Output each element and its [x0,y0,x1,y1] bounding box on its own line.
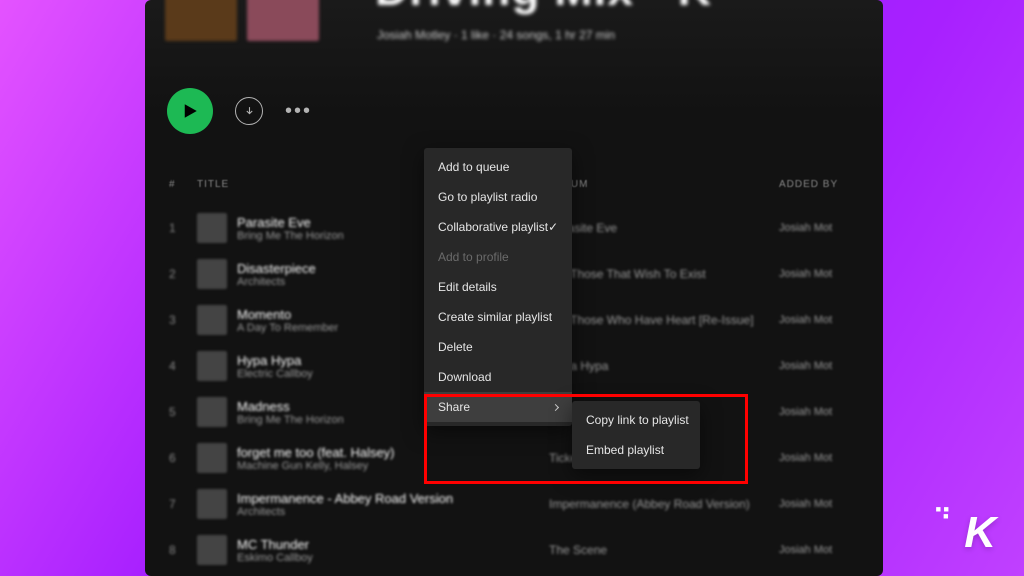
track-album: Hypa Hypa [549,359,779,373]
menu-item-label: Add to queue [438,160,509,174]
app-window: Driving Mix - K Josiah Motley · 1 like ·… [145,0,883,576]
download-button[interactable] [235,97,263,125]
menu-item-go-to-playlist-radio[interactable]: Go to playlist radio [424,182,572,212]
menu-item-download[interactable]: Download [424,362,572,392]
track-added-by: Josiah Mot [779,222,859,234]
site-logo: K [964,508,996,558]
track-added-by: Josiah Mot [779,268,859,280]
menu-item-label: Add to profile [438,250,509,264]
track-number: 8 [169,543,197,557]
track-number: 6 [169,451,197,465]
submenu-item-label: Embed playlist [586,443,664,457]
col-added-by: ADDED BY [779,179,859,190]
submenu-item-copy-link-to-playlist[interactable]: Copy link to playlist [572,405,700,435]
menu-item-label: Share [438,400,470,414]
check-icon: ✓ [548,220,558,234]
track-artist: Architects [237,506,453,518]
track-name: forget me too (feat. Halsey) [237,445,395,460]
col-album: ALBUM [549,179,779,190]
more-button[interactable]: ••• [285,100,312,123]
menu-item-add-to-profile: Add to profile [424,242,572,272]
track-artist: Eskimo Callboy [237,552,313,564]
track-name: Madness [237,399,344,414]
track-thumb [197,443,227,473]
track-number: 2 [169,267,197,281]
menu-item-label: Collaborative playlist [438,220,548,234]
context-menu: Add to queue Go to playlist radio Collabor… [424,148,572,426]
logo-accent: ■ ■ ■ [936,506,949,520]
track-name: Parasite Eve [237,215,344,230]
track-album: For Those Who Have Heart [Re-Issue] [549,313,779,327]
track-thumb [197,397,227,427]
track-added-by: Josiah Mot [779,452,859,464]
menu-item-label: Download [438,370,491,384]
menu-item-label: Go to playlist radio [438,190,537,204]
track-thumb [197,213,227,243]
track-album: Parasite Eve [549,221,779,235]
track-number: 1 [169,221,197,235]
track-added-by: Josiah Mot [779,360,859,372]
track-artist: Electric Callboy [237,368,313,380]
track-artist: Bring Me The Horizon [237,414,344,426]
track-row[interactable]: 6 forget me too (feat. Halsey)Machine Gun… [145,435,883,481]
track-thumb [197,351,227,381]
play-icon [181,102,199,120]
track-row[interactable]: 8 MC ThunderEskimo Callboy The SceneJosiah… [145,527,883,573]
menu-item-collaborative-playlist[interactable]: Collaborative playlist✓ [424,212,572,242]
play-button[interactable] [167,88,213,134]
menu-item-label: Delete [438,340,473,354]
track-thumb [197,259,227,289]
cover-art [247,0,319,41]
track-thumb [197,305,227,335]
cover-art [165,0,237,41]
track-number: 3 [169,313,197,327]
track-added-by: Josiah Mot [779,314,859,326]
track-added-by: Josiah Mot [779,498,859,510]
col-num: # [169,179,197,190]
menu-item-create-similar-playlist[interactable]: Create similar playlist [424,302,572,332]
track-name: Momento [237,307,338,322]
playlist-title: Driving Mix - K [375,0,712,16]
submenu-item-embed-playlist[interactable]: Embed playlist [572,435,700,465]
menu-item-edit-details[interactable]: Edit details [424,272,572,302]
track-artist: Machine Gun Kelly, Halsey [237,460,395,472]
track-added-by: Josiah Mot [779,544,859,556]
track-name: Disasterpiece [237,261,316,276]
track-album: For Those That Wish To Exist [549,267,779,281]
track-name: Impermanence - Abbey Road Version [237,491,453,506]
track-row[interactable]: 7 Impermanence - Abbey Road VersionArchit… [145,481,883,527]
track-album: Impermanence (Abbey Road Version) [549,497,779,511]
track-name: Hypa Hypa [237,353,313,368]
playlist-header: Driving Mix - K Josiah Motley · 1 like ·… [145,0,883,80]
menu-item-share[interactable]: Share [424,392,572,422]
track-artist: Architects [237,276,316,288]
track-album: The Scene [549,543,779,557]
track-thumb [197,489,227,519]
menu-item-delete[interactable]: Delete [424,332,572,362]
track-name: MC Thunder [237,537,313,552]
track-number: 7 [169,497,197,511]
menu-item-add-to-queue[interactable]: Add to queue [424,152,572,182]
menu-item-label: Create similar playlist [438,310,552,324]
track-artist: A Day To Remember [237,322,338,334]
track-number: 4 [169,359,197,373]
track-added-by: Josiah Mot [779,406,859,418]
track-number: 5 [169,405,197,419]
playlist-subtitle: Josiah Motley · 1 like · 24 songs, 1 hr … [377,28,615,42]
download-icon [243,105,256,118]
track-thumb [197,535,227,565]
submenu-item-label: Copy link to playlist [586,413,689,427]
menu-item-label: Edit details [438,280,497,294]
track-artist: Bring Me The Horizon [237,230,344,242]
chevron-right-icon [552,403,559,410]
playback-controls: ••• [167,88,312,134]
share-submenu: Copy link to playlist Embed playlist [572,401,700,469]
